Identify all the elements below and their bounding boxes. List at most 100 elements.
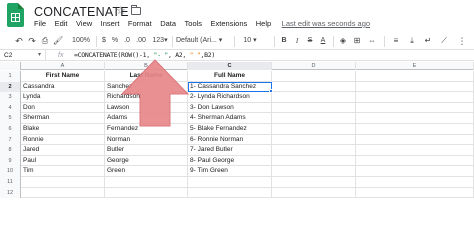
last-edit-link[interactable]: Last edit was seconds ago <box>282 17 370 31</box>
row-header[interactable]: 9 <box>0 155 21 167</box>
last-name-cell[interactable]: Adams <box>105 113 188 124</box>
first-name-cell[interactable]: Tim <box>21 166 105 177</box>
empty-cell[interactable] <box>272 81 356 93</box>
more-formats-button[interactable]: 123▾ <box>151 34 169 48</box>
full-name-cell[interactable]: 6- Ronnie Norman <box>188 134 272 146</box>
empty-cell[interactable] <box>272 71 356 82</box>
full-name-cell[interactable]: 5- Blake Fernandez <box>188 124 272 135</box>
decrease-decimal-button[interactable]: .0 <box>122 34 132 48</box>
first-name-cell[interactable]: Paul <box>21 155 105 167</box>
column-header-e[interactable]: E <box>356 62 474 70</box>
column-header-a[interactable]: A <box>21 62 105 70</box>
vertical-align-icon[interactable]: ⤓ <box>406 34 418 48</box>
horizontal-align-icon[interactable]: ≡ <box>390 34 402 48</box>
empty-cell[interactable] <box>356 145 474 156</box>
text-wrap-icon[interactable]: ↵ <box>422 34 434 48</box>
full-name-cell[interactable]: 7- Jared Butler <box>188 145 272 156</box>
empty-cell[interactable] <box>356 124 474 135</box>
first-name-cell[interactable]: Lynda <box>21 92 105 103</box>
first-name-cell[interactable]: Don <box>21 102 105 114</box>
header-last-name[interactable]: Last Name <box>105 71 188 82</box>
zoom-select[interactable]: 100% ▾ <box>70 34 92 58</box>
font-select[interactable]: Default (Ari... ▾ <box>176 34 224 48</box>
star-icon[interactable]: ☆ <box>116 4 126 17</box>
full-name-cell[interactable]: 2- Lynda Richardson <box>188 92 272 103</box>
last-name-cell[interactable]: Green <box>105 166 188 177</box>
column-header-b[interactable]: B <box>105 62 188 70</box>
empty-cell[interactable] <box>188 177 272 188</box>
empty-cell[interactable] <box>356 134 474 146</box>
empty-cell[interactable] <box>272 124 356 135</box>
empty-cell[interactable] <box>272 102 356 114</box>
empty-cell[interactable] <box>272 155 356 167</box>
selected-cell-c2[interactable]: 1- Cassandra Sanchez <box>188 81 272 93</box>
empty-cell[interactable] <box>105 177 188 188</box>
menu-insert[interactable]: Insert <box>101 17 120 31</box>
last-name-cell[interactable]: Richardson <box>105 92 188 103</box>
empty-cell[interactable] <box>21 177 105 188</box>
folder-icon[interactable] <box>131 5 141 15</box>
full-name-cell[interactable]: 8- Paul George <box>188 155 272 167</box>
full-name-cell[interactable]: 4- Sherman Adams <box>188 113 272 124</box>
fill-color-icon[interactable]: ◈ <box>338 34 348 48</box>
percent-button[interactable]: % <box>111 34 119 48</box>
empty-cell[interactable] <box>272 187 356 199</box>
italic-button[interactable]: I <box>293 34 301 48</box>
select-all-corner[interactable] <box>0 62 21 70</box>
row-header[interactable]: 4 <box>0 102 21 114</box>
row-header[interactable]: 2 <box>0 81 21 93</box>
empty-cell[interactable] <box>21 187 105 199</box>
fill-handle[interactable] <box>269 89 273 94</box>
paint-format-icon[interactable]: 🖌 <box>53 34 63 48</box>
empty-cell[interactable] <box>188 187 272 199</box>
column-header-d[interactable]: D <box>272 62 356 70</box>
menu-edit[interactable]: Edit <box>55 17 68 31</box>
empty-cell[interactable] <box>356 166 474 177</box>
last-name-cell[interactable]: Butler <box>105 145 188 156</box>
last-name-cell[interactable]: Fernandez <box>105 124 188 135</box>
menu-help[interactable]: Help <box>256 17 271 31</box>
redo-icon[interactable]: ↷ <box>27 34 37 48</box>
full-name-cell[interactable]: 3- Don Lawson <box>188 102 272 114</box>
print-icon[interactable]: ⎙ <box>40 34 50 48</box>
empty-cell[interactable] <box>105 187 188 199</box>
last-name-cell[interactable]: Norman <box>105 134 188 146</box>
increase-decimal-button[interactable]: .00 <box>134 34 148 48</box>
bold-button[interactable]: B <box>280 34 288 48</box>
row-header[interactable]: 11 <box>0 177 21 188</box>
first-name-cell[interactable]: Jared <box>21 145 105 156</box>
column-header-c[interactable]: C <box>188 62 272 70</box>
row-header[interactable]: 7 <box>0 134 21 146</box>
more-icon[interactable]: ⋮ <box>456 34 468 48</box>
first-name-cell[interactable]: Cassandra <box>21 81 105 93</box>
last-name-cell[interactable]: George <box>105 155 188 167</box>
row-header[interactable]: 1 <box>0 71 21 82</box>
last-name-cell[interactable]: Lawson <box>105 102 188 114</box>
text-rotation-icon[interactable]: ⟋ <box>438 34 450 48</box>
row-header[interactable]: 8 <box>0 145 21 156</box>
font-size-select[interactable]: 10 ▾ <box>242 34 258 48</box>
empty-cell[interactable] <box>356 71 474 82</box>
empty-cell[interactable] <box>356 155 474 167</box>
empty-cell[interactable] <box>272 92 356 103</box>
empty-cell[interactable] <box>356 177 474 188</box>
formula-input[interactable]: =CONCATENATE(ROW()-1, "- ", A2, " ",B2) <box>74 50 215 61</box>
merge-cells-icon[interactable]: ⇔ <box>366 34 378 48</box>
first-name-cell[interactable]: Blake <box>21 124 105 135</box>
empty-cell[interactable] <box>272 134 356 146</box>
row-header[interactable]: 10 <box>0 166 21 177</box>
empty-cell[interactable] <box>356 92 474 103</box>
full-name-cell[interactable]: 9- Tim Green <box>188 166 272 177</box>
menu-tools[interactable]: Tools <box>185 17 203 31</box>
last-name-cell[interactable]: Sanchez <box>105 81 188 93</box>
empty-cell[interactable] <box>272 166 356 177</box>
empty-cell[interactable] <box>272 145 356 156</box>
empty-cell[interactable] <box>356 102 474 114</box>
empty-cell[interactable] <box>272 113 356 124</box>
empty-cell[interactable] <box>356 81 474 93</box>
menu-file[interactable]: File <box>34 17 46 31</box>
text-color-button[interactable]: A <box>318 34 328 48</box>
first-name-cell[interactable]: Sherman <box>21 113 105 124</box>
menu-format[interactable]: Format <box>128 17 152 31</box>
empty-cell[interactable] <box>272 177 356 188</box>
